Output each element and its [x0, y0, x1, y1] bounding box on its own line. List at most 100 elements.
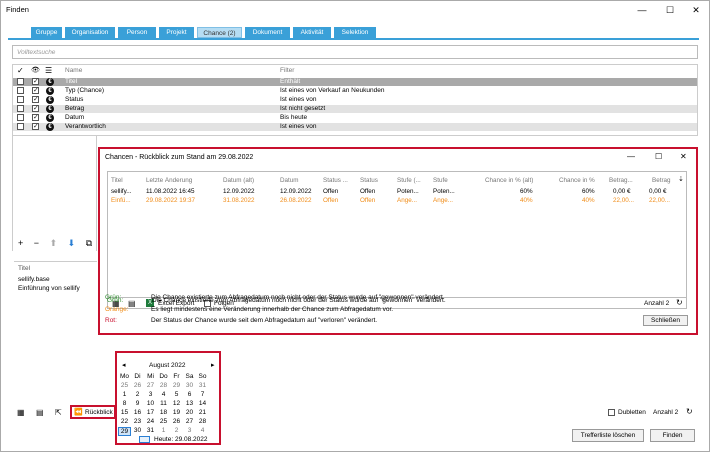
- dialog-close-button[interactable]: ✕: [680, 152, 687, 161]
- dialog-maximize-button[interactable]: ☐: [655, 152, 662, 161]
- row-checkbox[interactable]: [17, 123, 24, 130]
- calendar-day[interactable]: 27: [144, 382, 157, 389]
- next-month-button[interactable]: ▸: [211, 361, 215, 369]
- calendar-day[interactable]: 17: [144, 409, 157, 416]
- dialog-minimize-button[interactable]: —: [627, 152, 635, 161]
- tab-chance[interactable]: Chance (2): [197, 27, 242, 38]
- fulltext-search-input[interactable]: Volltextsuche: [12, 45, 698, 59]
- visible-checkbox[interactable]: [32, 113, 39, 122]
- calendar-day[interactable]: 8: [118, 400, 131, 407]
- row-checkbox[interactable]: [17, 114, 24, 121]
- calendar-day[interactable]: 6: [183, 391, 196, 398]
- col-header[interactable]: Status ...: [323, 177, 348, 185]
- cell-titel[interactable]: sellify...: [111, 188, 132, 196]
- col-header[interactable]: Titel: [111, 177, 123, 185]
- visible-checkbox[interactable]: [32, 104, 39, 113]
- maximize-button[interactable]: ☐: [657, 1, 683, 19]
- calendar-day[interactable]: 27: [183, 418, 196, 425]
- calendar-day[interactable]: 5: [170, 391, 183, 398]
- calendar-day[interactable]: 10: [144, 400, 157, 407]
- clear-results-button[interactable]: Trefferliste löschen: [572, 429, 644, 442]
- remove-filter-button[interactable]: −: [34, 238, 39, 248]
- tab-person[interactable]: Person: [118, 27, 156, 38]
- calendar-day[interactable]: 25: [157, 418, 170, 425]
- filter-row[interactable]: € Typ (Chance) Ist eines von Verkauf an …: [13, 86, 697, 95]
- calendar-day[interactable]: 21: [196, 409, 209, 416]
- today-link[interactable]: Heute: 29.08.2022: [154, 436, 208, 443]
- calendar-day[interactable]: 2: [131, 391, 144, 398]
- copy-icon[interactable]: ⧉: [86, 238, 92, 248]
- filter-row[interactable]: € Datum Bis heute: [13, 113, 697, 122]
- calendar-day[interactable]: 3: [144, 391, 157, 398]
- calendar-day[interactable]: 30: [131, 427, 144, 434]
- calendar-day[interactable]: 31: [196, 382, 209, 389]
- move-down-icon[interactable]: ⬇: [68, 238, 76, 248]
- calendar-day[interactable]: 15: [118, 409, 131, 416]
- calendar-day[interactable]: 14: [196, 400, 209, 407]
- rueckblick-button[interactable]: ⏪ Rückblick: [70, 405, 116, 419]
- dubletten-checkbox[interactable]: [608, 409, 615, 416]
- calendar-day[interactable]: 18: [157, 409, 170, 416]
- col-header[interactable]: Chance in %: [559, 177, 595, 185]
- row-checkbox[interactable]: [17, 78, 24, 85]
- visible-checkbox[interactable]: [32, 122, 39, 131]
- menu-icon[interactable]: ☰: [45, 67, 52, 75]
- calendar-day[interactable]: 11: [157, 400, 170, 407]
- calendar-day[interactable]: 31: [144, 427, 157, 434]
- calendar-day[interactable]: 12: [170, 400, 183, 407]
- cell-titel[interactable]: Einfü...: [111, 197, 131, 205]
- minimize-button[interactable]: —: [629, 1, 655, 19]
- row-checkbox[interactable]: [17, 96, 24, 103]
- calendar-day[interactable]: 25: [118, 382, 131, 389]
- calendar-day[interactable]: 28: [196, 418, 209, 425]
- tab-dokument[interactable]: Dokument: [245, 27, 290, 38]
- calendar-day[interactable]: 1: [118, 391, 131, 398]
- visible-checkbox[interactable]: [32, 95, 39, 104]
- calendar-day[interactable]: 2: [170, 427, 183, 434]
- calendar-day[interactable]: 1: [157, 427, 170, 434]
- visible-checkbox[interactable]: [32, 77, 39, 86]
- col-header[interactable]: Betrag...: [609, 177, 633, 185]
- check-all-icon[interactable]: ✓: [17, 67, 24, 75]
- tab-selektion[interactable]: Selektion: [334, 27, 376, 38]
- filter-row[interactable]: € Betrag Ist nicht gesetzt: [13, 104, 697, 113]
- filter-row[interactable]: € Verantwortlich Ist eines von: [13, 122, 697, 131]
- filter-row[interactable]: € Status Ist eines von: [13, 95, 697, 104]
- close-button[interactable]: ✕: [683, 1, 709, 19]
- refresh-icon[interactable]: ↻: [686, 407, 693, 416]
- calendar-day[interactable]: 7: [196, 391, 209, 398]
- calendar-day[interactable]: 28: [157, 382, 170, 389]
- calendar-day[interactable]: 16: [131, 409, 144, 416]
- calendar-day[interactable]: 9: [131, 400, 144, 407]
- visible-checkbox[interactable]: [32, 86, 39, 95]
- calendar-day[interactable]: 22: [118, 418, 131, 425]
- move-up-icon[interactable]: ⬆: [50, 238, 58, 248]
- list-item[interactable]: Einführung von sellify: [18, 285, 80, 292]
- col-header[interactable]: Datum (alt): [223, 177, 254, 185]
- row-checkbox[interactable]: [17, 105, 24, 112]
- tab-aktivitaet[interactable]: Aktivität: [293, 27, 331, 38]
- col-header[interactable]: Datum: [280, 177, 299, 185]
- col-header[interactable]: Betrag: [652, 177, 671, 185]
- calendar-day[interactable]: 24: [144, 418, 157, 425]
- calendar-day[interactable]: 26: [170, 418, 183, 425]
- refresh-icon[interactable]: ↻: [676, 298, 683, 307]
- calendar-day[interactable]: 20: [183, 409, 196, 416]
- calendar-day[interactable]: 23: [131, 418, 144, 425]
- prev-month-button[interactable]: ◂: [122, 361, 126, 369]
- calendar-day[interactable]: 4: [157, 391, 170, 398]
- sort-arrow-icon[interactable]: ⇣: [678, 176, 684, 184]
- col-header[interactable]: Stufe (...: [397, 177, 421, 185]
- col-header[interactable]: Letzte Änderung: [146, 177, 192, 185]
- calendar-day[interactable]: 4: [196, 427, 209, 434]
- calendar-day[interactable]: 26: [131, 382, 144, 389]
- grid-view-icon[interactable]: ▦: [17, 408, 25, 417]
- tab-gruppe[interactable]: Gruppe: [31, 27, 62, 38]
- tile-view-icon[interactable]: ▤: [36, 408, 44, 417]
- calendar-day[interactable]: 19: [170, 409, 183, 416]
- find-button[interactable]: Finden: [650, 429, 695, 442]
- calendar-day-selected[interactable]: 29: [118, 427, 131, 436]
- list-item[interactable]: sellify.base: [18, 276, 50, 283]
- filter-row-titel[interactable]: € Titel Enthält: [13, 77, 697, 86]
- row-checkbox[interactable]: [17, 87, 24, 94]
